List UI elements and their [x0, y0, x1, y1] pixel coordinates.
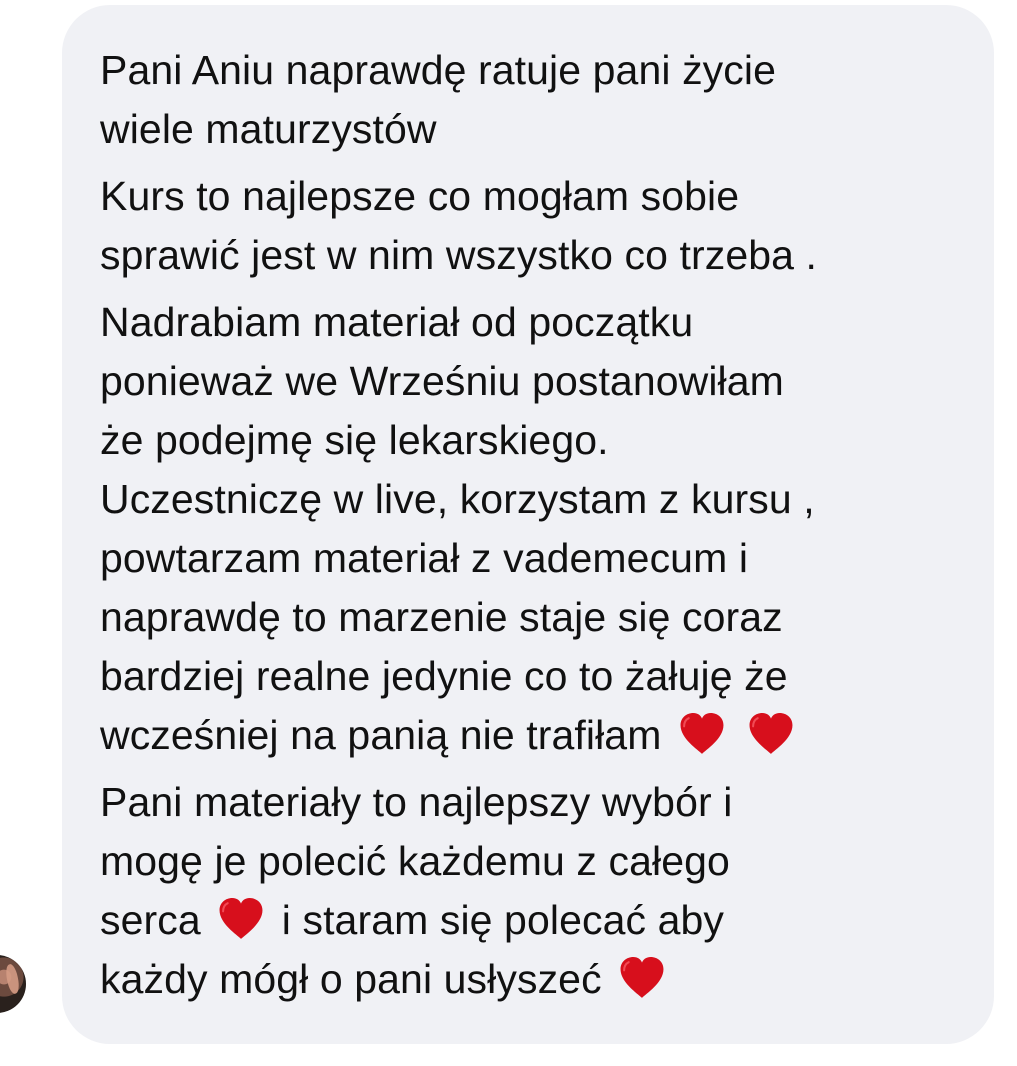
message-line: bardziej realne jedynie co to żałuję że [100, 653, 788, 699]
red-heart-icon [744, 711, 798, 757]
red-heart-icon [675, 711, 729, 757]
message-line: powtarzam materiał z vademecum i [100, 535, 749, 581]
message-line: Uczestniczę w live, korzystam z kursu , [100, 476, 815, 522]
message-line: ponieważ we Wrześniu postanowiłam [100, 358, 784, 404]
message-fragment: każdy mógł o pani usłyszeć [100, 956, 602, 1002]
message-fragment: serca [100, 897, 201, 943]
message-line: naprawdę to marzenie staje się coraz [100, 594, 783, 640]
message-line-with-heart: każdy mógł o pani usłyszeć [100, 950, 952, 1009]
message-text: Pani Aniu naprawdę ratuje pani życie wie… [100, 41, 952, 1009]
message-line: Nadrabiam materiał od początku [100, 299, 694, 345]
message-line-with-hearts: wcześniej na panią nie trafiłam [100, 706, 952, 765]
message-line: mogę je polecić każdemu z całego [100, 838, 730, 884]
message-line: Kurs to najlepsze co mogłam sobie [100, 173, 740, 219]
message-fragment: wcześniej na panią nie trafiłam [100, 712, 662, 758]
message-line-with-heart: serca i staram się polecać aby [100, 891, 952, 950]
message-line: wiele maturzystów [100, 106, 437, 152]
red-heart-icon [214, 896, 268, 942]
message-line: że podejmę się lekarskiego. [100, 417, 609, 463]
message-fragment: i staram się polecać aby [281, 897, 724, 943]
message-bubble: Pani Aniu naprawdę ratuje pani życie wie… [62, 5, 994, 1044]
message-line: Pani materiały to najlepszy wybór i [100, 779, 733, 825]
message-line: Pani Aniu naprawdę ratuje pani życie [100, 47, 776, 93]
avatar [0, 955, 26, 1013]
red-heart-icon [615, 955, 669, 1001]
message-line: sprawić jest w nim wszystko co trzeba . [100, 232, 818, 278]
